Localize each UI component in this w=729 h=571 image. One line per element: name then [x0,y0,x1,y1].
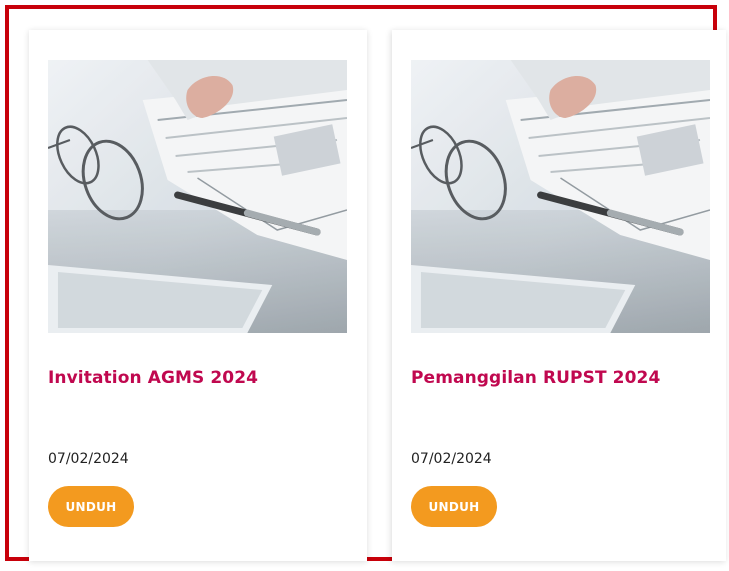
newspaper-photo-image [48,60,347,333]
download-button[interactable]: UNDUH [411,486,497,527]
newspaper-photo-image [411,60,710,333]
document-card: Pemanggilan RUPST 2024 07/02/2024 UNDUH [392,30,726,561]
documents-panel: Invitation AGMS 2024 07/02/2024 UNDUH Pe… [5,5,726,561]
document-card: Invitation AGMS 2024 07/02/2024 UNDUH [29,30,367,561]
document-thumbnail[interactable] [411,60,710,333]
document-title[interactable]: Pemanggilan RUPST 2024 [411,367,660,389]
document-title[interactable]: Invitation AGMS 2024 [48,367,258,389]
document-thumbnail[interactable] [48,60,347,333]
document-date: 07/02/2024 [411,451,492,467]
download-button[interactable]: UNDUH [48,486,134,527]
document-date: 07/02/2024 [48,451,129,467]
